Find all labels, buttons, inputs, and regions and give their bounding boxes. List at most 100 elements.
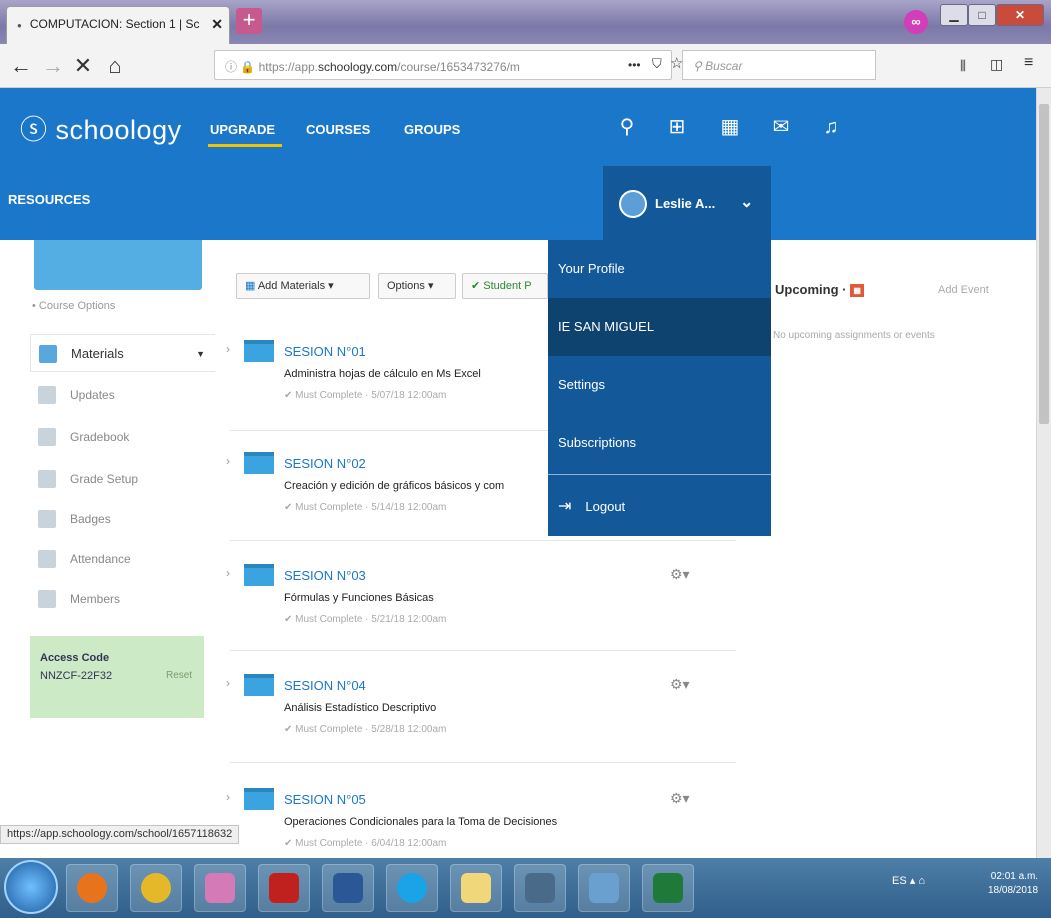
material-meta: ✔ Must Complete · 5/21/18 12:00am xyxy=(284,614,447,625)
back-icon[interactable]: ← xyxy=(8,52,34,80)
material-title[interactable]: SESION N°03 xyxy=(284,568,366,583)
system-tray[interactable]: ES ▴ ⌂ xyxy=(892,874,925,887)
sidebar-item-members[interactable]: Members xyxy=(30,580,215,618)
material-title[interactable]: SESION N°05 xyxy=(284,792,366,807)
scrollbar-thumb[interactable] xyxy=(1039,104,1049,424)
chrome-taskbar-icon[interactable] xyxy=(130,864,182,912)
skype-icon xyxy=(397,873,427,903)
add-event-link[interactable]: Add Event xyxy=(938,284,989,296)
url-path: /course/1653473276/m xyxy=(397,60,520,74)
chevron-down-icon[interactable]: ⌄ xyxy=(740,192,753,212)
calendar-icon[interactable]: ▦ xyxy=(850,284,865,298)
nav-groups[interactable]: GROUPS xyxy=(404,122,460,137)
user-name[interactable]: Leslie A... xyxy=(655,196,715,211)
add-materials-button[interactable]: ▦ Add Materials ▾ xyxy=(236,273,370,299)
excel-taskbar-icon[interactable] xyxy=(642,864,694,912)
pocket-icon[interactable]: ⛉ xyxy=(652,56,662,72)
notifications-bell-icon[interactable]: ♫ xyxy=(818,114,844,140)
sidebar-item-badges[interactable]: Badges xyxy=(30,500,215,538)
sidebar-item-attendance[interactable]: Attendance xyxy=(30,540,215,578)
home-icon[interactable]: ⌂ xyxy=(102,52,128,80)
menu-icon[interactable]: ≡ xyxy=(1024,54,1033,72)
menu-item-school[interactable]: IE SAN MIGUEL xyxy=(548,298,771,356)
material-title[interactable]: SESION N°01 xyxy=(284,344,366,359)
chevron-right-icon[interactable]: › xyxy=(226,566,230,580)
page-actions-icon[interactable]: ••• xyxy=(628,58,641,72)
firefox-icon xyxy=(77,873,107,903)
minimize-button[interactable]: ▁ xyxy=(940,4,968,26)
resources-link[interactable]: RESOURCES xyxy=(8,192,90,207)
word-taskbar-icon[interactable] xyxy=(322,864,374,912)
gear-icon[interactable]: ⚙▾ xyxy=(670,676,690,693)
divider xyxy=(230,650,736,651)
maximize-button[interactable]: □ xyxy=(968,4,996,26)
search-icon[interactable]: ⚲ xyxy=(614,114,640,140)
clock[interactable]: 02:01 a.m. 18/08/2018 xyxy=(988,870,1038,898)
calendar-icon[interactable]: ▦ xyxy=(717,114,743,140)
nav-courses[interactable]: COURSES xyxy=(306,122,370,137)
student-view-button[interactable]: ✔ Student P xyxy=(462,273,548,299)
url-domain: schoology.com xyxy=(318,60,398,74)
upcoming-empty-message: No upcoming assignments or events xyxy=(773,330,935,341)
material-title[interactable]: SESION N°02 xyxy=(284,456,366,471)
media-taskbar-icon[interactable] xyxy=(514,864,566,912)
acrobat-taskbar-icon[interactable] xyxy=(258,864,310,912)
stop-icon[interactable]: ✕ xyxy=(70,52,96,80)
menu-item-settings[interactable]: Settings xyxy=(548,356,771,414)
divider xyxy=(230,540,736,541)
menu-item-logout[interactable]: ⇥ Logout xyxy=(548,478,771,536)
close-tab-icon[interactable]: ✕ xyxy=(211,16,223,33)
options-button[interactable]: Options ▾ xyxy=(378,273,456,299)
messages-icon[interactable]: ✉ xyxy=(768,114,794,140)
nav-upgrade[interactable]: UPGRADE xyxy=(210,122,275,137)
chevron-right-icon[interactable]: › xyxy=(226,790,230,804)
sidebar-icon[interactable]: ◫ xyxy=(990,56,1003,73)
sidebar-item-updates[interactable]: Updates xyxy=(30,376,215,414)
upcoming-title: Upcoming xyxy=(775,282,839,297)
schoology-logo[interactable]: ⓢ schoology xyxy=(20,108,182,147)
material-title[interactable]: SESION N°04 xyxy=(284,678,366,693)
extension-icon[interactable]: ∞ xyxy=(904,10,928,34)
access-code-label: Access Code xyxy=(40,652,110,664)
material-description: Creación y edición de gráficos básicos y… xyxy=(284,480,505,492)
chevron-down-icon[interactable]: ▼ xyxy=(196,335,205,373)
list-item[interactable]: › SESION N°04 Análisis Estadístico Descr… xyxy=(226,662,736,764)
explorer-taskbar-icon[interactable] xyxy=(578,864,630,912)
chevron-right-icon[interactable]: › xyxy=(226,454,230,468)
notes-taskbar-icon[interactable] xyxy=(450,864,502,912)
language-indicator[interactable]: ES xyxy=(892,875,907,887)
sidebar-item-materials[interactable]: Materials ▼ xyxy=(30,334,215,372)
url-bar[interactable]: ⓘ 🔒 https://app.schoology.com/course/165… xyxy=(214,50,672,80)
firefox-taskbar-icon[interactable] xyxy=(66,864,118,912)
search-input[interactable]: ⚲ Buscar xyxy=(682,50,876,80)
sidebar-item-label: Grade Setup xyxy=(70,472,139,486)
avatar[interactable] xyxy=(619,190,647,218)
sidebar-item-grade-setup[interactable]: Grade Setup xyxy=(30,460,215,498)
close-window-button[interactable]: ✕ xyxy=(996,4,1044,26)
browser-tab[interactable]: ● COMPUTACION: Section 1 | Sc ✕ xyxy=(6,6,230,44)
sidebar-item-gradebook[interactable]: Gradebook xyxy=(30,418,215,456)
url-prefix: https://app. xyxy=(258,60,318,74)
skype-taskbar-icon[interactable] xyxy=(386,864,438,912)
upcoming-heading: Upcoming · ▦ xyxy=(775,282,865,298)
paint-taskbar-icon[interactable] xyxy=(194,864,246,912)
start-button[interactable] xyxy=(4,860,58,914)
list-item[interactable]: › SESION N°03 Fórmulas y Funciones Básic… xyxy=(226,552,736,654)
course-options-bullet-icon: • xyxy=(32,300,39,312)
menu-item-your-profile[interactable]: Your Profile xyxy=(548,240,771,298)
new-tab-button[interactable]: + xyxy=(236,8,262,34)
forward-icon[interactable]: → xyxy=(40,52,66,80)
network-icon[interactable]: ⌂ xyxy=(918,875,925,887)
apps-grid-icon[interactable]: ⊞ xyxy=(664,114,690,140)
attendance-icon xyxy=(38,550,56,568)
reset-link[interactable]: Reset xyxy=(166,670,192,681)
paint-icon xyxy=(205,873,235,903)
gear-icon[interactable]: ⚙▾ xyxy=(670,566,690,583)
gear-icon[interactable]: ⚙▾ xyxy=(670,790,690,807)
library-icon[interactable]: ⫼ xyxy=(960,58,966,74)
chevron-right-icon[interactable]: › xyxy=(226,676,230,690)
chevron-right-icon[interactable]: › xyxy=(226,342,230,356)
tab-title: COMPUTACION: Section 1 | Sc xyxy=(29,17,200,31)
course-options-link[interactable]: • Course Options xyxy=(32,300,115,312)
menu-item-subscriptions[interactable]: Subscriptions xyxy=(548,414,771,472)
